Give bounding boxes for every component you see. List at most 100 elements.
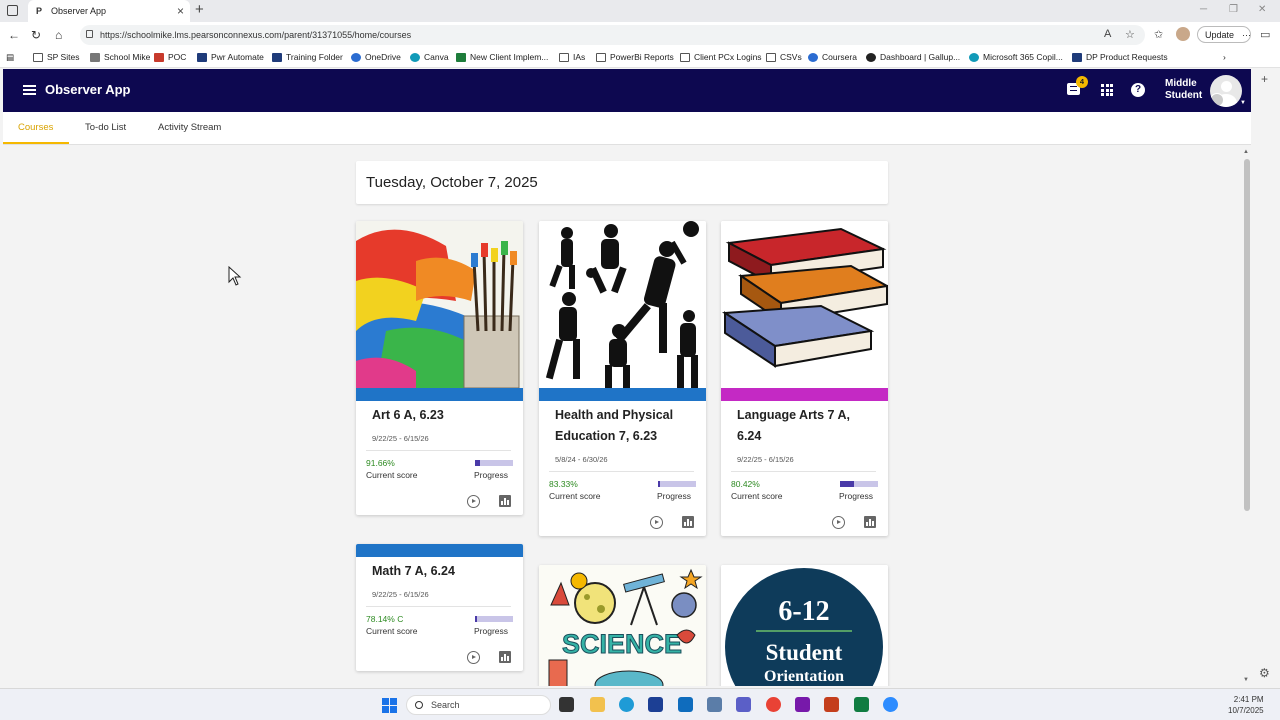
sidebar-toggle-icon[interactable]: ▭ <box>1260 28 1270 41</box>
favorite-item[interactable]: Canva <box>410 52 449 62</box>
scroll-down-icon[interactable]: ▼ <box>1243 677 1249 683</box>
site-icon <box>456 52 466 62</box>
current-score-value: 83.33% <box>549 479 578 489</box>
new-tab-icon[interactable]: + <box>195 1 204 18</box>
favorite-item[interactable]: CSVs <box>766 52 802 62</box>
course-card[interactable]: Math 7 A, 6.24 9/22/25 - 6/15/26 78.14% C C… <box>356 544 523 671</box>
minimize-icon[interactable]: ─ <box>1200 4 1207 15</box>
address-bar: ← ↻ ⌂ https://schoolmike.lms.pearsonconn… <box>0 22 1280 48</box>
card-divider <box>366 606 511 607</box>
favorite-item[interactable]: SP Sites <box>33 52 79 62</box>
apps-grid-icon[interactable] <box>1101 84 1113 96</box>
progress-label: Progress <box>474 626 509 636</box>
favorite-item[interactable]: Coursera <box>808 52 857 62</box>
course-card[interactable]: Language Arts 7 A, 6.24 9/22/25 - 6/15/26… <box>721 221 888 536</box>
snipping-tool-icon[interactable] <box>707 697 722 712</box>
bar-chart-icon[interactable] <box>499 651 511 663</box>
favorite-item[interactable]: OneDrive <box>351 52 401 62</box>
chrome-icon[interactable] <box>766 697 781 712</box>
favorite-item[interactable]: Training Folder <box>272 52 343 62</box>
play-icon[interactable] <box>467 495 480 508</box>
taskbar-search-label: Search <box>431 700 460 710</box>
favorite-item[interactable]: School Mike <box>90 52 150 62</box>
close-tab-icon[interactable]: × <box>177 4 184 18</box>
excel-icon[interactable] <box>854 697 869 712</box>
scrollbar-thumb[interactable] <box>1244 159 1250 511</box>
play-icon[interactable] <box>832 516 845 529</box>
onenote-icon[interactable] <box>795 697 810 712</box>
favorite-item[interactable]: Microsoft 365 Copil... <box>969 52 1063 62</box>
taskbar-search[interactable]: Search <box>406 695 551 715</box>
favorites-menu-icon[interactable]: ▤ <box>6 52 14 63</box>
sidebar-add-icon[interactable]: + <box>1261 72 1268 86</box>
window-menu-icon[interactable] <box>7 5 18 16</box>
course-card[interactable]: Art 6 A, 6.23 9/22/25 - 6/15/26 91.66% Curr… <box>356 221 523 515</box>
update-button[interactable]: Update ··· <box>1197 26 1251 43</box>
profile-avatar[interactable] <box>1176 27 1190 41</box>
current-score-label: Current score <box>549 491 601 501</box>
url-field[interactable]: https://schoolmike.lms.pearsonconnexus.c… <box>80 25 1145 45</box>
powerpoint-icon[interactable] <box>824 697 839 712</box>
help-icon[interactable]: ? <box>1131 83 1145 97</box>
favorite-item[interactable]: New Client Implem... <box>456 52 548 62</box>
windows-start-icon[interactable] <box>382 698 397 713</box>
play-icon[interactable] <box>467 651 480 664</box>
course-card[interactable]: Health and Physical Education 7, 6.23 5/8… <box>539 221 706 536</box>
folder-icon <box>559 52 569 62</box>
course-name[interactable]: Math 7 A, 6.24 <box>372 561 512 582</box>
tab-todo-list[interactable]: To-do List <box>85 122 126 133</box>
read-aloud-icon[interactable]: A <box>1104 28 1111 40</box>
back-icon[interactable]: ← <box>8 28 20 42</box>
favorite-item[interactable]: POC <box>154 52 186 62</box>
favorite-item[interactable]: PowerBi Reports <box>596 52 674 62</box>
favorite-star-icon[interactable]: ☆ <box>1125 28 1135 41</box>
bar-chart-icon[interactable] <box>499 495 511 507</box>
progress-bar <box>658 481 696 487</box>
course-card-science[interactable]: SCIENCE <box>539 565 706 686</box>
bar-chart-icon[interactable] <box>864 516 876 528</box>
favorites-icon[interactable]: ✩ <box>1154 28 1163 41</box>
site-icon <box>197 52 207 62</box>
course-name[interactable]: Art 6 A, 6.23 <box>372 405 512 426</box>
favorite-item[interactable]: Pwr Automate <box>197 52 264 62</box>
course-image <box>356 221 523 389</box>
tab-courses[interactable]: Courses <box>18 122 53 133</box>
bar-chart-icon[interactable] <box>682 516 694 528</box>
tab-activity-stream[interactable]: Activity Stream <box>158 122 221 133</box>
teams-icon[interactable] <box>736 697 751 712</box>
favorite-label: SP Sites <box>47 52 80 62</box>
page-scrollbar[interactable]: ▲ ▼ <box>1243 149 1251 686</box>
zoom-icon[interactable] <box>883 697 898 712</box>
restore-icon[interactable]: ❐ <box>1229 4 1238 15</box>
favorite-item[interactable]: Dashboard | Gallup... <box>866 52 960 62</box>
browser-tab-strip: P Observer App × + ─ ❐ ✕ <box>0 0 1280 22</box>
sidebar-settings-icon[interactable]: ⚙ <box>1259 666 1270 680</box>
scroll-up-icon[interactable]: ▲ <box>1243 149 1249 155</box>
vpn-icon[interactable] <box>648 697 663 712</box>
favorite-label: Training Folder <box>286 52 343 62</box>
tab-title: Observer App <box>51 6 107 16</box>
edge-icon[interactable] <box>619 697 634 712</box>
favorite-item[interactable]: IAs <box>559 52 585 62</box>
user-avatar[interactable] <box>1210 75 1242 107</box>
refresh-icon[interactable]: ↻ <box>31 28 41 42</box>
browser-tab[interactable]: P Observer App × <box>28 0 190 22</box>
course-name[interactable]: Language Arts 7 A, 6.24 <box>737 405 877 447</box>
favorite-item[interactable]: Client PCx Logins <box>680 52 762 62</box>
favorite-item[interactable]: DP Product Requests <box>1072 52 1168 62</box>
user-name[interactable]: Middle Student <box>1165 78 1202 102</box>
close-window-icon[interactable]: ✕ <box>1258 4 1266 15</box>
current-score-label: Current score <box>366 626 418 636</box>
chevron-down-icon[interactable]: ▼ <box>1240 100 1246 106</box>
file-explorer-icon[interactable] <box>590 697 605 712</box>
play-icon[interactable] <box>650 516 663 529</box>
outlook-icon[interactable] <box>678 697 693 712</box>
course-card-orientation[interactable]: 6-12 Student Orientation <box>721 565 888 686</box>
menu-icon[interactable] <box>23 85 36 95</box>
favorite-label: OneDrive <box>365 52 401 62</box>
system-clock[interactable]: 2:41 PM 10/7/2025 <box>1228 694 1264 716</box>
home-icon[interactable]: ⌂ <box>55 28 62 42</box>
course-name[interactable]: Health and Physical Education 7, 6.23 <box>555 405 695 447</box>
favorites-overflow-icon[interactable]: › <box>1223 52 1226 62</box>
task-view-icon[interactable] <box>559 697 574 712</box>
